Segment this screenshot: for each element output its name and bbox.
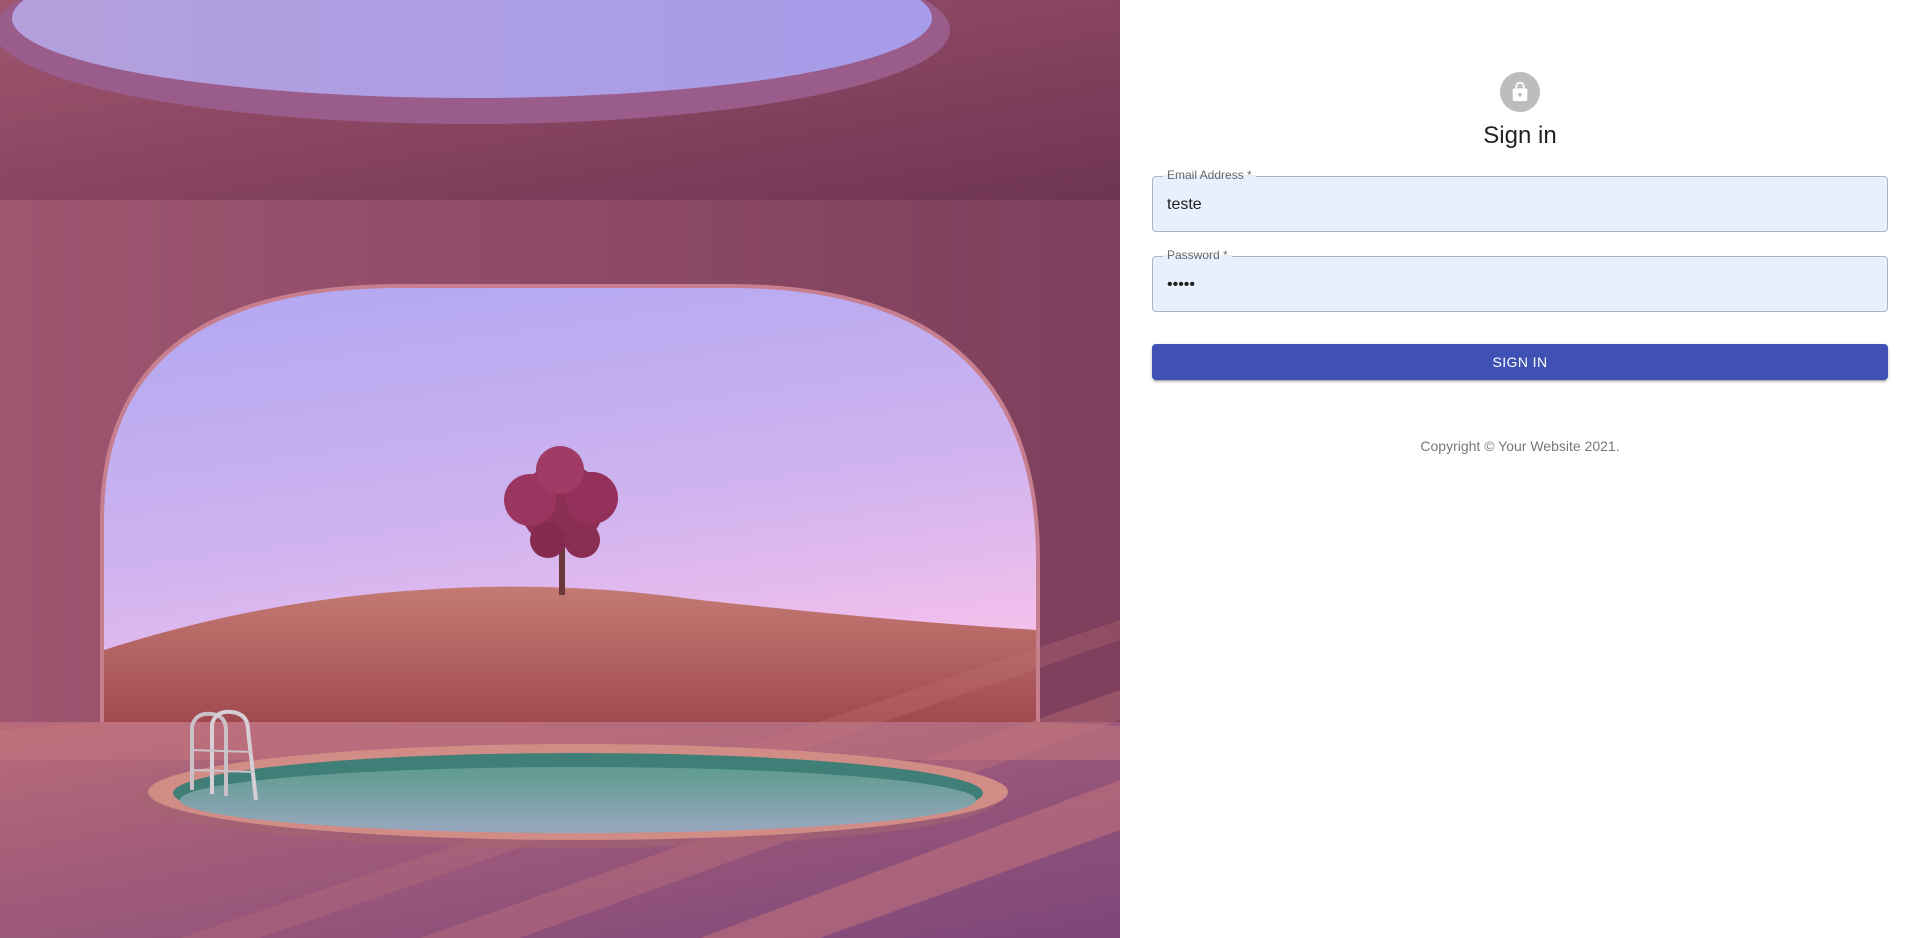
lock-avatar <box>1500 72 1540 112</box>
copyright-suffix: 2021. <box>1580 438 1620 454</box>
hero-landscape-image <box>0 0 1120 938</box>
sign-in-panel: Sign in Email Address * Password * SIGN … <box>1120 0 1920 938</box>
email-field[interactable]: Email Address * <box>1152 168 1888 232</box>
lock-icon <box>1512 81 1528 102</box>
sign-in-button[interactable]: SIGN IN <box>1152 344 1888 380</box>
copyright-link[interactable]: Your Website <box>1498 438 1581 454</box>
password-label: Password * <box>1163 248 1232 262</box>
email-input[interactable] <box>1167 195 1867 215</box>
password-field[interactable]: Password * <box>1152 248 1888 312</box>
copyright-text: Copyright © Your Website 2021. <box>1152 436 1888 456</box>
copyright-prefix: Copyright © <box>1420 438 1499 454</box>
sign-in-page: Sign in Email Address * Password * SIGN … <box>0 0 1920 938</box>
hero-image <box>0 0 1120 938</box>
password-input[interactable] <box>1167 275 1867 295</box>
email-label: Email Address * <box>1163 168 1256 182</box>
page-title: Sign in <box>1483 122 1557 149</box>
